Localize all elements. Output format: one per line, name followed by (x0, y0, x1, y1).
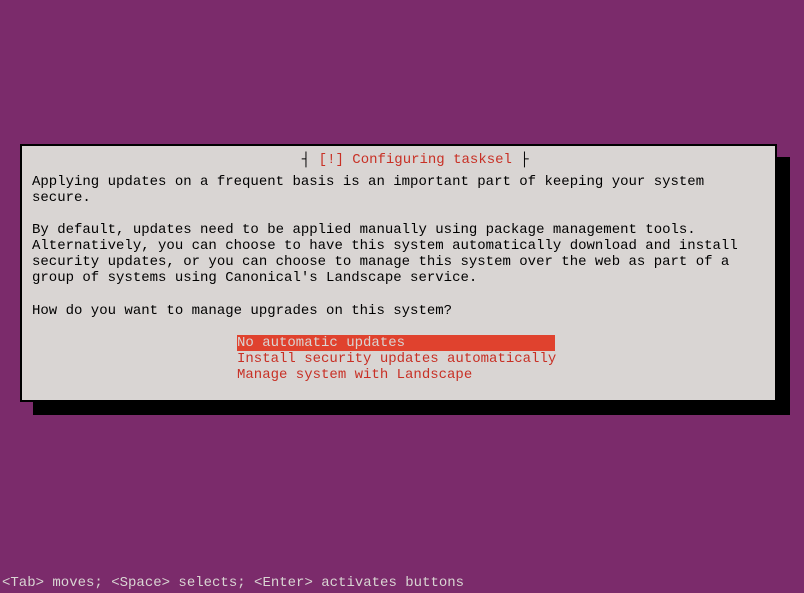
title-prefix: [!] (319, 152, 344, 168)
option-no-automatic-updates[interactable]: No automatic updates (237, 335, 555, 351)
dialog-title-row: ┤ [!] Configuring tasksel ├ (22, 136, 775, 184)
footer-hint: <Tab> moves; <Space> selects; <Enter> ac… (2, 575, 464, 591)
option-install-security-updates[interactable]: Install security updates automatically (237, 351, 556, 367)
dialog-paragraph-2: By default, updates need to be applied m… (32, 222, 765, 286)
dialog-question: How do you want to manage upgrades on th… (32, 303, 765, 319)
option-manage-with-landscape[interactable]: Manage system with Landscape (237, 367, 472, 383)
config-dialog: ┤ [!] Configuring tasksel ├ Applying upd… (20, 144, 777, 402)
options-list: No automatic updates Install security up… (237, 335, 765, 383)
dialog-title: Configuring tasksel (352, 152, 512, 168)
